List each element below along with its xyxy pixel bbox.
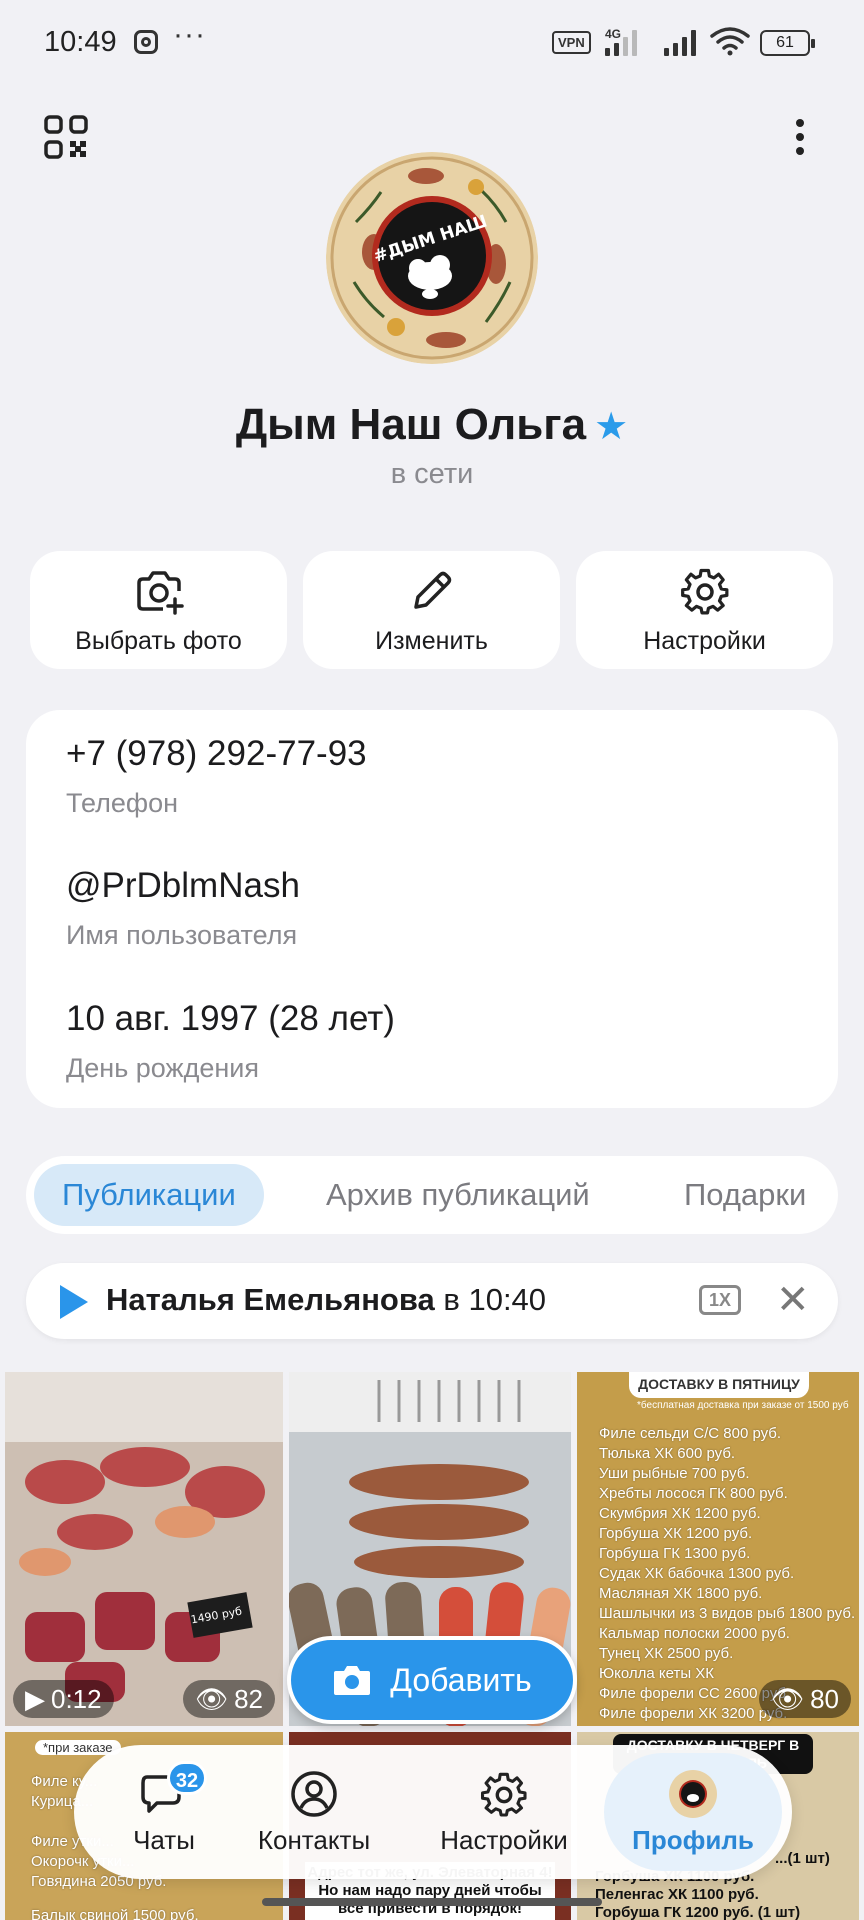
- price-list: Филе сельди С/С 800 руб. Тюлька ХК 600 р…: [599, 1424, 855, 1724]
- price-line: Скумбрия ХК 1200 руб.: [599, 1505, 761, 1522]
- home-indicator[interactable]: [262, 1898, 602, 1906]
- price-line: Уши рыбные 700 руб.: [599, 1465, 750, 1482]
- qr-code-icon[interactable]: [44, 115, 88, 159]
- video-duration: 0:12: [51, 1684, 102, 1714]
- battery-icon: 61: [760, 30, 815, 56]
- birthday-row[interactable]: 10 авг. 1997 (28 лет) День рождения: [66, 999, 395, 1084]
- phone-label: Телефон: [66, 788, 179, 818]
- add-story-button[interactable]: Добавить: [287, 1636, 577, 1724]
- player-author: Наталья Емельянова: [106, 1282, 435, 1317]
- views-badge: 👁 80: [759, 1680, 851, 1718]
- tab-publications[interactable]: Публикации: [34, 1164, 264, 1226]
- price-line: Балык свиной 1500 руб.: [31, 1907, 199, 1920]
- nav-chats[interactable]: 32 Чаты: [94, 1753, 234, 1871]
- phone-value: +7 (978) 292-77-93: [66, 734, 367, 773]
- views-count: 80: [810, 1684, 839, 1714]
- star-icon[interactable]: ★: [594, 406, 628, 448]
- nav-contacts[interactable]: Контакты: [234, 1753, 394, 1871]
- edit-label: Изменить: [375, 627, 488, 655]
- tab-gifts[interactable]: Подарки: [656, 1164, 834, 1226]
- media-tile[interactable]: 1490 руб ▶ 0:12 👁 82: [5, 1372, 283, 1726]
- birthday-value: 10 авг. 1997 (28 лет): [66, 999, 395, 1038]
- gear-icon: [480, 1772, 527, 1817]
- nav-settings[interactable]: Настройки: [414, 1753, 594, 1871]
- nav-settings-label: Настройки: [440, 1824, 568, 1855]
- bottom-navigation: 32 Чаты Контакты Настройки Профиль: [74, 1745, 792, 1879]
- price-line: Горбуша ХК 1200 руб.: [599, 1525, 753, 1542]
- unread-badge: 32: [167, 1760, 207, 1795]
- signal-icon-sim1: [605, 28, 645, 56]
- price-line: Кальмар полоски 2000 руб.: [599, 1625, 790, 1642]
- avatar[interactable]: #ДЫМ НАШ: [326, 152, 538, 364]
- profile-avatar-icon: [669, 1769, 717, 1818]
- camera-icon: [334, 1666, 371, 1695]
- profile-name-text: Дым Наш Ольга: [235, 400, 587, 449]
- signal-icon-sim2: [664, 28, 704, 56]
- player-text: Наталья Емельянова в 10:40: [106, 1282, 546, 1318]
- nav-contacts-label: Контакты: [257, 1824, 371, 1855]
- price-line: Судак ХК бабочка 1300 руб.: [599, 1565, 795, 1582]
- video-duration-badge: ▶ 0:12: [13, 1680, 114, 1718]
- contacts-icon: [291, 1770, 337, 1817]
- close-icon[interactable]: ✕: [776, 1277, 810, 1323]
- eye-icon: 👁: [771, 1684, 805, 1714]
- price-line: Горбуша ГК 1300 руб.: [599, 1545, 751, 1562]
- birthday-label: День рождения: [66, 1053, 259, 1083]
- gear-icon: [680, 568, 728, 615]
- price-line: Масляная ХК 1800 руб.: [599, 1585, 763, 1602]
- price-line: Тунец ХК 2500 руб.: [599, 1645, 734, 1662]
- price-line: Шашлычки из 3 видов рыб 1800 руб.: [599, 1605, 856, 1622]
- wifi-icon: [710, 27, 750, 56]
- nav-profile[interactable]: Профиль: [604, 1753, 782, 1871]
- playback-speed-button[interactable]: 1X: [699, 1285, 741, 1315]
- settings-label: Настройки: [643, 627, 766, 655]
- views-badge: 👁 82: [183, 1680, 275, 1718]
- tab-publications-archive[interactable]: Архив публикаций: [298, 1164, 618, 1226]
- profile-name: Дым Наш Ольга ★: [0, 400, 864, 450]
- media-tile[interactable]: ДОСТАВКУ В ПЯТНИЦУ *бесплатная доставка …: [577, 1372, 859, 1726]
- eye-icon: 👁: [195, 1684, 229, 1714]
- profile-tabs: Публикации Архив публикаций Подарки: [26, 1156, 838, 1234]
- status-time: 10:49: [44, 26, 117, 58]
- story-player-bar[interactable]: Наталья Емельянова в 10:40 1X ✕: [26, 1263, 838, 1339]
- profile-info-card: +7 (978) 292-77-93 Телефон @PrDblmNash И…: [26, 710, 838, 1108]
- price-line: Пеленгас ХК 1100 руб.: [595, 1886, 759, 1903]
- choose-photo-label: Выбрать фото: [75, 627, 242, 655]
- add-story-label: Добавить: [390, 1661, 532, 1698]
- instagram-icon: [134, 30, 158, 54]
- username-value: @PrDblmNash: [66, 866, 300, 905]
- edit-button[interactable]: Изменить: [303, 551, 560, 669]
- media-thumbnail: 1490 руб: [5, 1372, 283, 1726]
- more-menu-icon[interactable]: [788, 113, 812, 161]
- play-small-icon: ▶: [25, 1684, 45, 1714]
- price-line: Хребты лосося ГК 800 руб.: [599, 1485, 788, 1502]
- status-bar: 10:49 ··· VPN 4G 61: [0, 0, 864, 86]
- nav-chats-label: Чаты: [133, 1824, 195, 1855]
- camera-add-icon: [136, 571, 184, 615]
- choose-photo-button[interactable]: Выбрать фото: [30, 551, 287, 669]
- more-notifications-icon: ···: [173, 18, 206, 51]
- online-status: в сети: [390, 458, 474, 490]
- price-list-header: ДОСТАВКУ В ПЯТНИЦУ: [629, 1372, 809, 1398]
- price-line: Филе сельди С/С 800 руб.: [599, 1425, 782, 1442]
- nav-profile-label: Профиль: [632, 1824, 754, 1855]
- username-row[interactable]: @PrDblmNash Имя пользователя: [66, 866, 300, 951]
- play-icon[interactable]: [60, 1285, 88, 1319]
- vpn-badge: VPN: [552, 31, 591, 54]
- player-time: в 10:40: [443, 1282, 547, 1317]
- price-line: Тюлька ХК 600 руб.: [599, 1445, 736, 1462]
- price-list-subheader: *бесплатная доставка при заказе от 1500 …: [637, 1400, 849, 1411]
- phone-row[interactable]: +7 (978) 292-77-93 Телефон: [66, 734, 367, 819]
- price-line: Горбуша ГК 1200 руб. (1 шт): [595, 1904, 801, 1920]
- views-count: 82: [234, 1684, 263, 1714]
- settings-button[interactable]: Настройки: [576, 551, 833, 669]
- chats-icon: 32: [139, 1760, 207, 1819]
- pencil-icon: [413, 571, 451, 609]
- username-label: Имя пользователя: [66, 920, 298, 950]
